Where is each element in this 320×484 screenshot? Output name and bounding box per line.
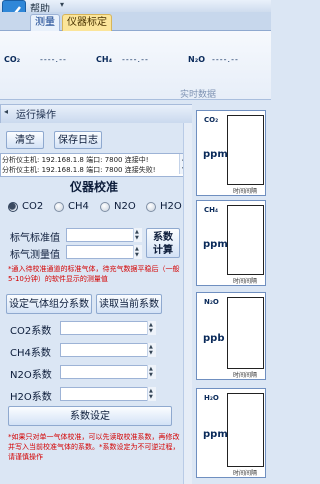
chevron-down-icon[interactable]: ▾ [60, 0, 64, 9]
h2o-coef-stepper[interactable]: ▲ ▼ [147, 387, 156, 401]
radio-ch4-label[interactable]: CH4 [68, 201, 89, 212]
calibration-title: 仪器校准 [70, 180, 119, 194]
chart-n2o-xlabel: 时间间隔 [233, 372, 258, 379]
h2o-coef-label: H2O系数 [10, 392, 52, 403]
co2-value: ----.-- [40, 55, 67, 64]
tab-measure[interactable]: 测量 [30, 14, 60, 31]
ch4-coef-label: CH4系数 [10, 348, 51, 359]
ch4-coef-field[interactable] [60, 343, 156, 357]
set-gas-coef-button[interactable]: 设定气体组分系数 [6, 294, 92, 314]
chart-n2o-gas: N₂O [204, 298, 219, 306]
n2o-coef-stepper[interactable]: ▲ ▼ [147, 365, 156, 379]
ch4-label: CH₄ [96, 55, 113, 64]
radio-co2[interactable] [8, 202, 18, 212]
h2o-coef-field[interactable] [60, 387, 156, 401]
operation-panel-scrollbar[interactable] [183, 123, 192, 484]
measured-value-field[interactable] [66, 245, 142, 259]
chart-n2o-unit: ppb [203, 333, 225, 344]
coef-calc-button[interactable]: 系数 计算 [146, 228, 180, 258]
save-log-button[interactable]: 保存日志 [54, 131, 102, 149]
chart-ch4: CH₄ ppm 时间间隔 [196, 200, 266, 286]
radio-h2o[interactable] [146, 202, 156, 212]
chart-co2-xlabel: 时间间隔 [233, 188, 258, 195]
chart-ch4-plot-area [227, 205, 264, 275]
std-value-field[interactable] [66, 228, 142, 242]
chart-h2o-xlabel: 时间间隔 [233, 470, 258, 477]
log-line: 分析仪主机: 192.168.1.8 端口: 7800 连接中! [2, 156, 149, 164]
ch4-value: ----.-- [122, 55, 149, 64]
chart-co2-gas: CO₂ [204, 116, 219, 124]
chart-n2o: N₂O ppb 时间间隔 [196, 292, 266, 380]
std-value-label: 标气标准值 [10, 233, 60, 244]
realtime-readings-panel [0, 31, 271, 100]
tab-calibration[interactable]: 仪器标定 [62, 14, 112, 31]
read-current-coef-button[interactable]: 读取当前系数 [96, 294, 162, 314]
chart-ch4-gas: CH₄ [204, 206, 219, 214]
n2o-coef-field[interactable] [60, 365, 156, 379]
co2-label: CO₂ [4, 55, 21, 64]
chart-h2o: H₂O ppm 时间间隔 [196, 388, 266, 478]
radio-ch4[interactable] [54, 202, 64, 212]
chart-h2o-gas: H₂O [204, 394, 219, 402]
coef-note: *如果只对单一气体校准，可以先读取校准系数，再修改并写入当前校准气体的系数。*系… [8, 433, 180, 461]
n2o-label: N₂O [188, 55, 205, 64]
chart-co2-plot-area [227, 115, 264, 185]
calibration-note: *通入待校准通道的标准气体，待充气数据平稳后（一般5-10分钟）的软件显示的测量… [8, 265, 180, 283]
log-box[interactable]: 分析仪主机: 192.168.1.8 端口: 7800 连接中! 分析仪主机: … [0, 153, 191, 177]
coef-calc-label-line1: 系数 [153, 232, 173, 243]
n2o-value: ----.-- [212, 55, 239, 64]
operation-panel-title: 运行操作 [16, 110, 56, 121]
measured-value-label: 标气测量值 [10, 250, 60, 261]
measured-value-stepper[interactable]: ▲ ▼ [133, 245, 142, 259]
chart-ch4-unit: ppm [203, 239, 228, 250]
radio-n2o-label[interactable]: N2O [114, 201, 136, 212]
chart-co2-unit: ppm [203, 149, 228, 160]
coef-setting-button[interactable]: 系数设定 [8, 406, 172, 426]
co2-coef-field[interactable] [60, 321, 156, 335]
co2-coef-stepper[interactable]: ▲ ▼ [147, 321, 156, 335]
std-value-stepper[interactable]: ▲ ▼ [133, 228, 142, 242]
co2-coef-label: CO2系数 [10, 326, 52, 337]
chart-ch4-xlabel: 时间间隔 [233, 278, 258, 285]
clear-button[interactable]: 清空 [6, 131, 44, 149]
chart-h2o-unit: ppm [203, 429, 228, 440]
chart-h2o-plot-area [227, 393, 264, 467]
radio-co2-label[interactable]: CO2 [22, 201, 43, 212]
radio-n2o[interactable] [100, 202, 110, 212]
log-line: 分析仪主机: 192.168.1.8 端口: 7800 连接失败! [2, 166, 156, 174]
coef-calc-label-line2: 计算 [153, 245, 173, 256]
chart-n2o-plot-area [227, 297, 264, 369]
n2o-coef-label: N2O系数 [10, 370, 52, 381]
collapse-icon[interactable]: ◂ [4, 107, 8, 116]
radio-h2o-label[interactable]: H2O [160, 201, 182, 212]
ch4-coef-stepper[interactable]: ▲ ▼ [147, 343, 156, 357]
realtime-caption: 实时数据 [180, 90, 217, 100]
chart-co2: CO₂ ppm 时间间隔 [196, 110, 266, 196]
